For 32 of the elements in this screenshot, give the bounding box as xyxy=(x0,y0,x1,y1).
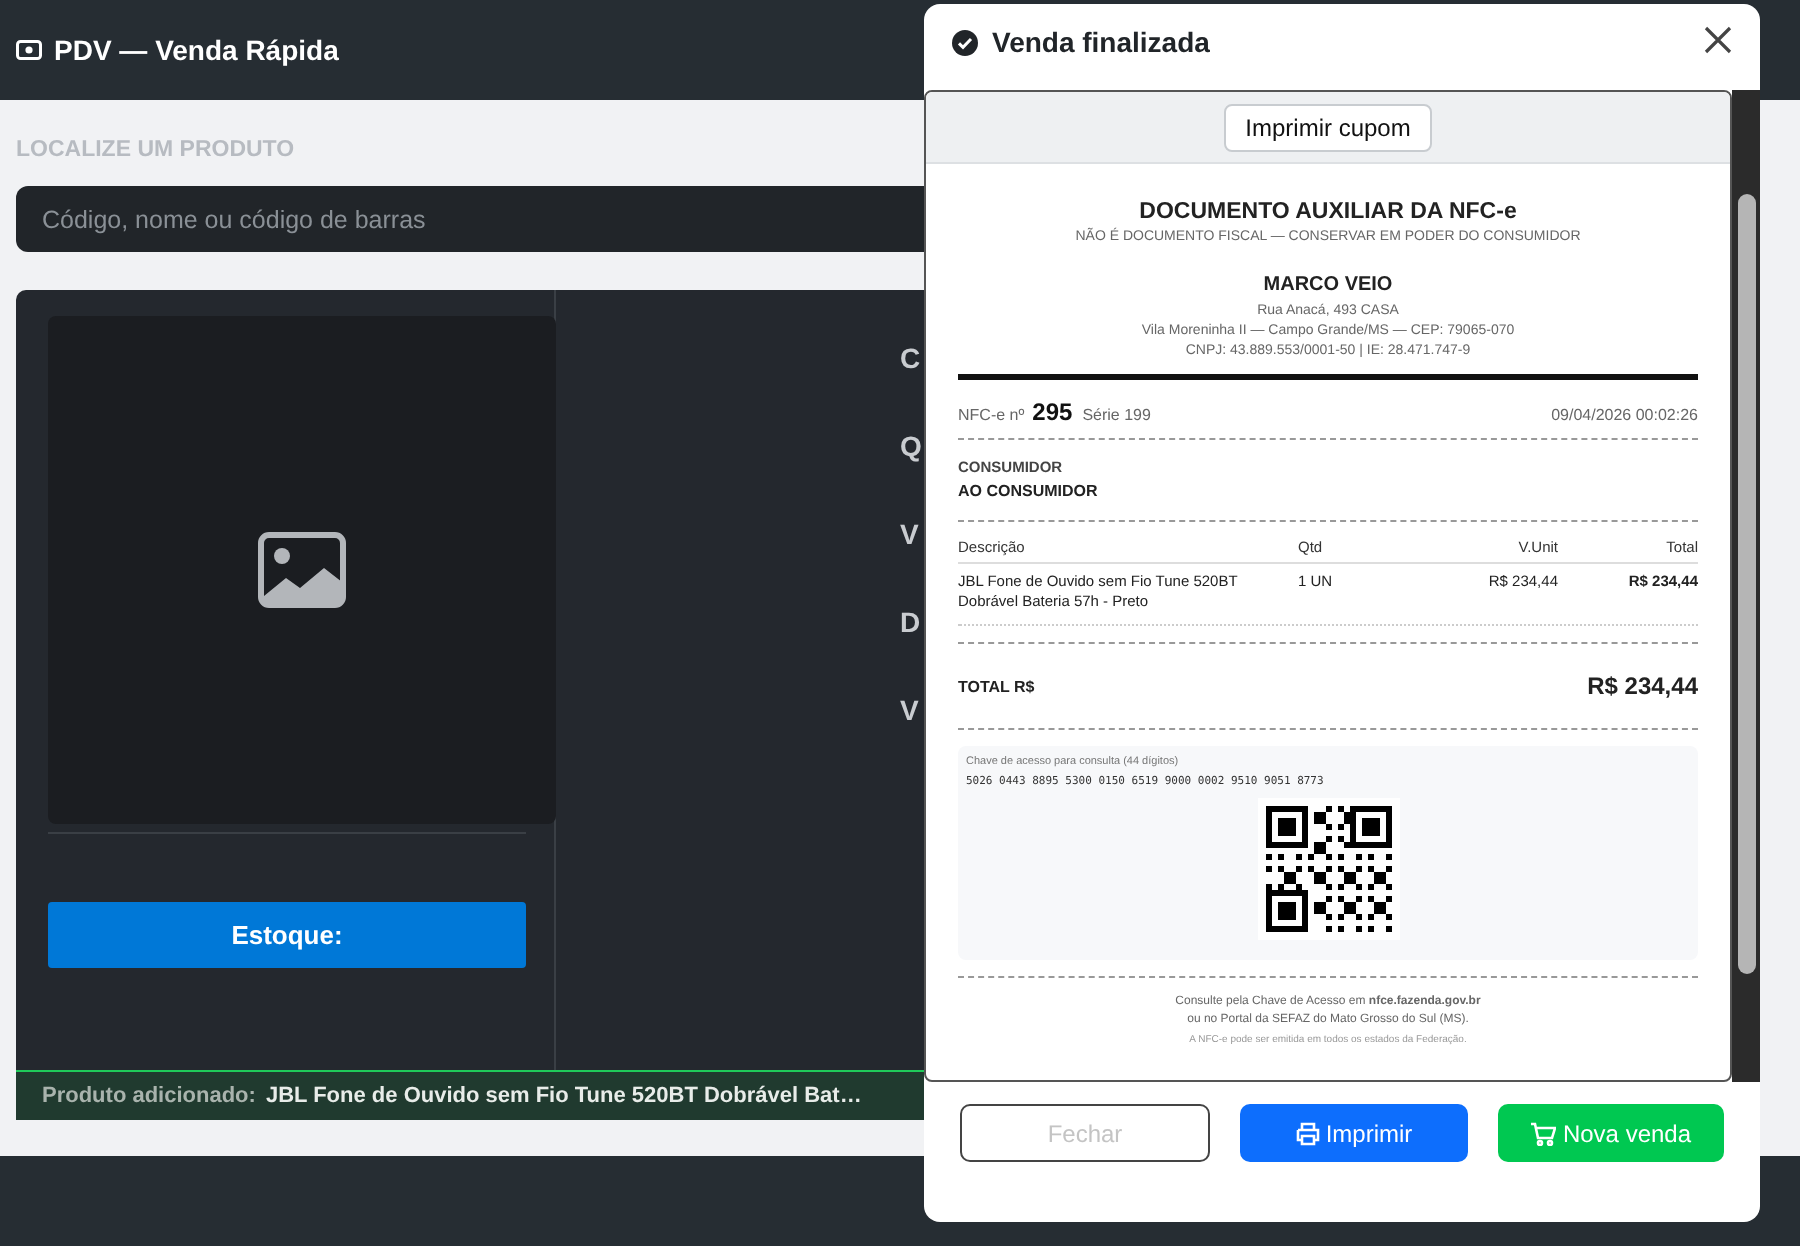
banner-product: JBL Fone de Ouvido sem Fio Tune 520BT Dobrável Bat… xyxy=(265,1084,862,1108)
receipt-title: DOCUMENTO AUXILIAR DA NFC-e xyxy=(1137,200,1519,224)
banner-label: Produto adicionado: xyxy=(42,1084,256,1108)
receipt-datetime: 09/04/2026 00:02:26 xyxy=(1551,406,1698,424)
total-value: R$ 234,44 xyxy=(1587,672,1698,700)
company-name: MARCO VEIO xyxy=(1261,274,1395,296)
field-label: V xyxy=(900,694,921,726)
field-label: V xyxy=(900,518,921,550)
printer-icon xyxy=(1295,1121,1320,1145)
field-label: C xyxy=(900,342,923,374)
number-label: NFC-e nº xyxy=(958,406,1025,424)
cash-icon xyxy=(16,40,42,60)
series-text: Série 199 xyxy=(1082,406,1151,424)
cart-icon xyxy=(1530,1121,1557,1145)
consumer-name: AO CONSUMIDOR xyxy=(958,482,1100,500)
stock-button[interactable]: Estoque: xyxy=(48,902,526,968)
section-label: LOCALIZE UM PRODUTO xyxy=(16,138,297,162)
scrollbar[interactable] xyxy=(1732,90,1760,1082)
total-label: TOTAL R$ xyxy=(958,677,1035,695)
search-field[interactable]: Código, nome ou código de barras xyxy=(16,186,924,252)
dialog-title: Venda finalizada xyxy=(992,26,1212,58)
close-button[interactable] xyxy=(1704,26,1736,58)
print-button[interactable]: Imprimir xyxy=(1240,1104,1468,1162)
print-receipt-button[interactable]: Imprimir cupom xyxy=(1223,103,1433,151)
field-label: Q xyxy=(900,430,924,462)
receipt-number: 295 xyxy=(1032,398,1073,426)
close-icon xyxy=(1704,26,1732,54)
check-circle-icon xyxy=(952,29,978,55)
app-title: PDV — Venda Rápida xyxy=(54,34,339,66)
image-icon xyxy=(258,532,346,608)
field-label: D xyxy=(900,606,923,638)
qr-code xyxy=(1257,798,1399,940)
